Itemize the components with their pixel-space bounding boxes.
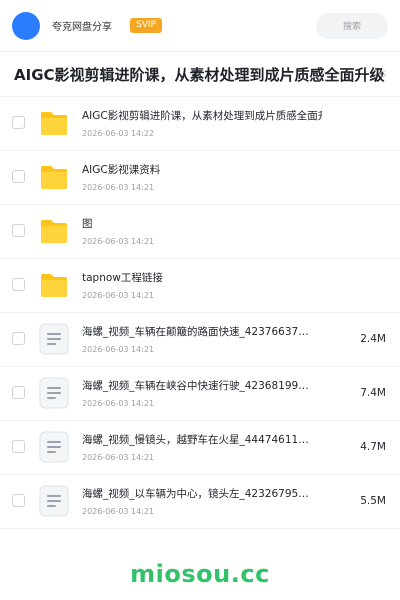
file-name[interactable]: AIGC影视剪辑进阶课，从素材处理到成片质感全面升级	[82, 109, 322, 123]
search-placeholder: 搜索	[342, 22, 361, 32]
file-time: 2026-06-03 14:21	[82, 345, 155, 354]
svip-badge: SVIP	[130, 18, 162, 33]
file-row[interactable]: AIGC影视课资料 2026-06-03 14:21	[0, 151, 400, 205]
folder-icon	[38, 215, 70, 247]
file-time: 2026-06-03 14:21	[82, 399, 155, 408]
file-list: AIGC影视剪辑进阶课，从素材处理到成片质感全面升级 2026-06-03 14:…	[0, 97, 400, 529]
folder-icon	[38, 269, 70, 301]
file-time: 2026-06-03 14:21	[82, 291, 155, 300]
file-time: 2026-06-03 14:21	[82, 507, 155, 516]
row-checkbox[interactable]	[12, 170, 25, 183]
header: 夸克网盘分享 SVIP 搜索	[0, 0, 400, 52]
title-tail: G	[379, 70, 386, 79]
file-size: 2.4M	[360, 333, 386, 345]
file-row[interactable]: 海螺_视频_车辆在峡谷中快速行驶_42368199… 2026-06-03 14:…	[0, 367, 400, 421]
file-row[interactable]: tapnow工程链接 2026-06-03 14:21	[0, 259, 400, 313]
search-input[interactable]: 搜索	[316, 12, 388, 39]
file-size: 5.5M	[360, 495, 386, 507]
file-row[interactable]: 海螺_视频_车辆在颠簸的路面快速_42376637… 2026-06-03 14:…	[0, 313, 400, 367]
file-time: 2026-06-03 14:21	[82, 183, 155, 192]
video-file-icon	[38, 431, 70, 463]
row-checkbox[interactable]	[12, 386, 25, 399]
video-file-icon	[38, 485, 70, 517]
folder-icon	[38, 107, 70, 139]
row-checkbox[interactable]	[12, 116, 25, 129]
file-row[interactable]: 海螺_视频_慢镜头，越野车在火星_44474611… 2026-06-03 14:…	[0, 421, 400, 475]
file-size: 7.4M	[360, 387, 386, 399]
row-checkbox[interactable]	[12, 440, 25, 453]
folder-icon	[38, 161, 70, 193]
row-checkbox[interactable]	[12, 332, 25, 345]
row-checkbox[interactable]	[12, 278, 25, 291]
file-row[interactable]: AIGC影视剪辑进阶课，从素材处理到成片质感全面升级 2026-06-03 14:…	[0, 97, 400, 151]
file-row[interactable]: 图 2026-06-03 14:21	[0, 205, 400, 259]
avatar[interactable]	[12, 11, 40, 40]
file-name[interactable]: 海螺_视频_以车辆为中心，镜头左_42326795…	[82, 487, 322, 501]
file-name[interactable]: 图	[82, 217, 322, 231]
file-size: 4.7M	[360, 441, 386, 453]
row-checkbox[interactable]	[12, 224, 25, 237]
video-file-icon	[38, 323, 70, 355]
app-name: 夸克网盘分享	[52, 22, 112, 33]
file-name[interactable]: 海螺_视频_车辆在颠簸的路面快速_42376637…	[82, 325, 322, 339]
file-name[interactable]: 海螺_视频_慢镜头，越野车在火星_44474611…	[82, 433, 322, 447]
file-time: 2026-06-03 14:21	[82, 453, 155, 462]
video-file-icon	[38, 377, 70, 409]
file-row[interactable]: 海螺_视频_以车辆为中心，镜头左_42326795… 2026-06-03 14:…	[0, 475, 400, 529]
row-checkbox[interactable]	[12, 494, 25, 507]
file-name[interactable]: tapnow工程链接	[82, 271, 322, 285]
file-time: 2026-06-03 14:21	[82, 237, 155, 246]
file-name[interactable]: 海螺_视频_车辆在峡谷中快速行驶_42368199…	[82, 379, 322, 393]
page-title: AIGC影视剪辑进阶课，从素材处理到成片质感全面升级	[14, 66, 385, 84]
file-time: 2026-06-03 14:22	[82, 129, 155, 138]
file-name[interactable]: AIGC影视课资料	[82, 163, 322, 177]
watermark: miosou.cc	[130, 560, 270, 588]
